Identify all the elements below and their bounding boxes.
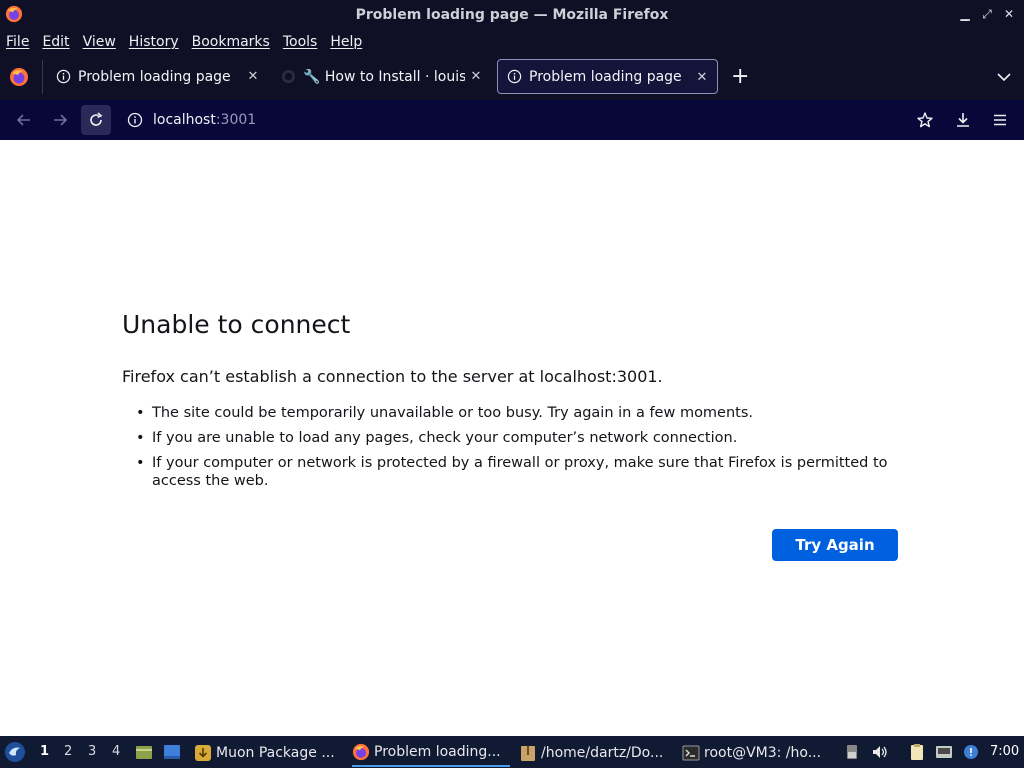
tab-close-icon[interactable]: ✕ [246, 69, 260, 84]
info-icon[interactable] [127, 112, 143, 128]
navigation-toolbar: localhost:3001 [0, 100, 1024, 140]
network-icon[interactable] [935, 744, 953, 760]
firefox-icon [352, 743, 370, 761]
task-firefox[interactable]: Problem loading... [352, 739, 510, 767]
task-file-archive[interactable]: /home/dartz/Do... [519, 739, 674, 767]
error-suggestions: The site could be temporarily unavailabl… [132, 404, 902, 497]
hamburger-menu-icon [994, 114, 1006, 126]
menu-tools[interactable]: Tools [283, 34, 318, 50]
tab-close-icon[interactable]: ✕ [695, 70, 709, 85]
taskbar: 1 2 3 4 Muon Package ... Problem loading… [0, 736, 1024, 768]
new-tab-icon[interactable]: + [731, 66, 749, 88]
minimize-icon[interactable]: ▁ [958, 6, 972, 22]
task-label: root@VM3: /ho... [704, 745, 822, 761]
menu-file[interactable]: File [6, 34, 29, 50]
menu-history[interactable]: History [129, 34, 179, 50]
tab-label: Problem loading page [529, 68, 682, 85]
error-description: Firefox can’t establish a connection to … [122, 367, 663, 386]
arrow-right-icon [54, 114, 68, 126]
back-button[interactable] [9, 105, 39, 135]
tab-label: Problem loading page [78, 68, 231, 85]
tab-close-icon[interactable]: ✕ [469, 69, 483, 84]
firefox-view-icon[interactable] [9, 67, 29, 87]
error-page: Unable to connect Firefox can’t establis… [0, 140, 1024, 736]
window-titlebar: Problem loading page — Mozilla Firefox ▁… [0, 0, 1024, 29]
task-terminal[interactable]: root@VM3: /ho... [682, 739, 830, 767]
chevron-down-icon[interactable] [995, 69, 1013, 85]
error-title: Unable to connect [122, 310, 351, 339]
notification-icon[interactable] [962, 744, 980, 760]
menu-edit[interactable]: Edit [42, 34, 69, 50]
volume-icon[interactable] [871, 744, 889, 760]
tab-problem-loading-1[interactable]: Problem loading page ✕ [48, 59, 268, 94]
task-label: Problem loading... [374, 744, 501, 760]
battery-icon[interactable] [843, 744, 861, 760]
task-label: /home/dartz/Do... [541, 745, 664, 761]
restore-icon[interactable]: ⤢ [980, 6, 994, 22]
clock: 7:00 [990, 744, 1020, 759]
arrow-left-icon [16, 114, 30, 126]
github-icon [280, 69, 296, 85]
show-desktop-icon[interactable] [163, 743, 181, 761]
star-icon [917, 112, 933, 128]
task-muon-package[interactable]: Muon Package ... [194, 739, 344, 767]
task-label: Muon Package ... [216, 745, 335, 761]
firefox-icon [5, 5, 23, 23]
workspace-3[interactable]: 3 [88, 744, 96, 759]
bookmark-star-button[interactable] [910, 105, 940, 135]
menu-bookmarks[interactable]: Bookmarks [192, 34, 270, 50]
archive-icon [521, 746, 535, 761]
tab-strip: Problem loading page ✕ 🔧 How to Install … [0, 54, 1024, 100]
workspace-4[interactable]: 4 [112, 744, 120, 759]
list-item: If your computer or network is protected… [132, 454, 902, 490]
tab-label: 🔧 How to Install · louisla [303, 68, 465, 85]
workspace-1[interactable]: 1 [40, 744, 49, 759]
reload-icon [90, 112, 103, 126]
menubar: File Edit View History Bookmarks Tools H… [0, 29, 1024, 54]
list-item: If you are unable to load any pages, che… [132, 429, 902, 447]
window-title: Problem loading page — Mozilla Firefox [355, 6, 669, 23]
start-menu-icon[interactable] [4, 741, 26, 763]
tab-how-to-install[interactable]: 🔧 How to Install · louisla ✕ [273, 59, 493, 94]
reload-button[interactable] [81, 105, 111, 135]
url-port: :3001 [215, 112, 257, 128]
clipboard-icon[interactable] [908, 744, 926, 760]
tab-separator [42, 60, 43, 94]
menu-view[interactable]: View [83, 34, 116, 50]
forward-button[interactable] [45, 105, 75, 135]
file-manager-icon[interactable] [135, 743, 153, 761]
url-bar[interactable]: localhost:3001 [118, 105, 938, 135]
app-menu-button[interactable] [985, 105, 1015, 135]
list-item: The site could be temporarily unavailabl… [132, 404, 902, 422]
tab-problem-loading-active[interactable]: Problem loading page ✕ [497, 59, 718, 94]
info-icon [55, 69, 71, 85]
download-icon [957, 113, 969, 127]
package-icon [195, 745, 211, 761]
close-icon[interactable]: ✕ [1002, 6, 1016, 22]
try-again-button[interactable]: Try Again [772, 529, 898, 561]
menu-help[interactable]: Help [330, 34, 362, 50]
workspace-2[interactable]: 2 [64, 744, 72, 759]
url-host: localhost [153, 112, 216, 128]
downloads-button[interactable] [948, 105, 978, 135]
terminal-icon [682, 745, 700, 761]
info-icon [506, 69, 522, 85]
